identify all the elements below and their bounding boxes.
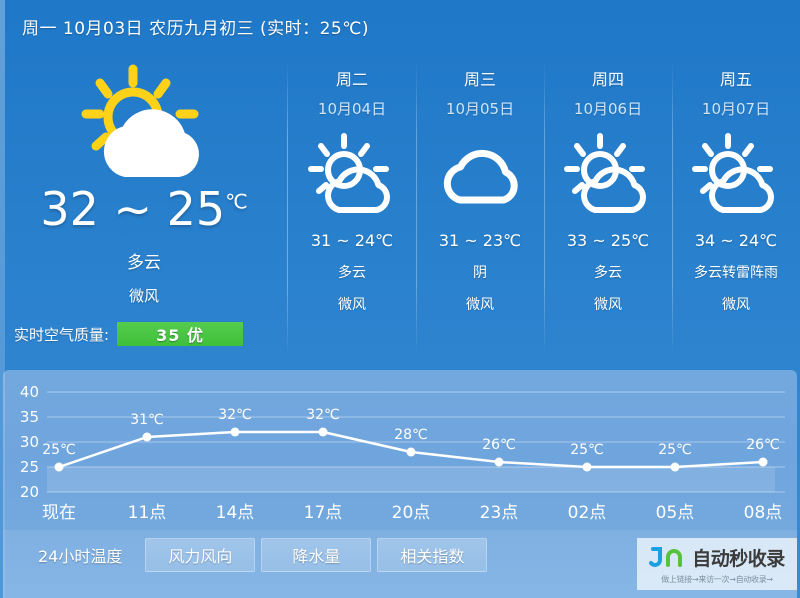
chart-y-tick: 25 (20, 458, 39, 476)
tab-24h-temperature[interactable]: 24小时温度 (21, 538, 139, 572)
forecast-day-tuesday[interactable]: 周二 10月04日 31 ~ 24℃ 多云 微风 (288, 52, 416, 370)
chart-point (494, 457, 504, 467)
chart-x-tick: 23点 (480, 503, 519, 523)
chart-point (54, 462, 64, 472)
air-quality-row: 实时空气质量: 35 优 (0, 322, 288, 346)
chart-point (758, 457, 768, 467)
forecast-day-thursday[interactable]: 周四 10月06日 33 ~ 25℃ 多云 微风 (544, 52, 672, 370)
forecast-wind: 微风 (594, 297, 622, 313)
chart-y-tick: 40 (20, 383, 39, 401)
chart-point (670, 462, 680, 472)
watermark: 自动秒收录 做上链接→来访一次→自动收录→ (637, 538, 797, 590)
forecast-weekday: 周三 (463, 70, 496, 89)
chart-x-tick: 02点 (568, 503, 607, 523)
tab-indices[interactable]: 相关指数 (377, 538, 488, 572)
air-quality-badge[interactable]: 35 优 (117, 322, 244, 346)
jn-logo-icon (649, 547, 683, 567)
sun-behind-cloud-icon (686, 131, 786, 217)
forecast-date: 10月06日 (573, 100, 643, 118)
page-title: 周一 10月03日 农历九月初三 (实时：25℃) (22, 18, 369, 39)
hourly-temperature-chart[interactable]: 40 35 30 25 20 25℃ 31℃ 32℃ 32℃ 28℃ 26℃ 25℃ 25℃ 26℃ 现在 1… (3, 370, 797, 530)
chart-x-tick: 08点 (744, 503, 783, 523)
forecast-day-friday[interactable]: 周五 10月07日 34 ~ 24℃ 多云转雷阵雨 微风 (672, 52, 800, 370)
forecast-condition: 多云 (338, 265, 366, 281)
today-temperature: 32 ~ 25℃ (40, 186, 247, 232)
forecast-wind: 微风 (722, 297, 750, 313)
chart-point-label: 32℃ (306, 407, 340, 423)
chart-point (318, 427, 328, 437)
forecast-temperature: 31 ~ 23℃ (438, 231, 522, 250)
forecast-date: 10月04日 (317, 100, 387, 118)
chart-point (230, 427, 240, 437)
forecast-weekday: 周四 (591, 70, 624, 89)
header-bar: 周一 10月03日 农历九月初三 (实时：25℃) (0, 0, 800, 52)
tab-precipitation[interactable]: 降水量 (261, 538, 372, 572)
chart-point-label: 26℃ (482, 437, 516, 453)
chart-point (142, 432, 152, 442)
forecast-temperature: 33 ~ 25℃ (566, 231, 650, 250)
sun-behind-cloud-icon (558, 131, 658, 217)
sun-behind-cloud-icon (302, 131, 402, 217)
chart-y-tick: 20 (20, 483, 39, 501)
chart-point-label: 31℃ (130, 412, 164, 428)
forecast-date: 10月05日 (445, 100, 515, 118)
forecast-weekday: 周二 (335, 70, 368, 89)
today-temperature-value: 32 ~ 25 (40, 182, 226, 236)
weather-widget: 周一 10月03日 农历九月初三 (实时：25℃) 32 ~ 25℃ 多云 微风… (0, 0, 800, 598)
today-condition: 多云 (127, 253, 161, 273)
chart-y-tick: 30 (20, 433, 39, 451)
forecast-panel: 32 ~ 25℃ 多云 微风 实时空气质量: 35 优 周二 10月04日 31… (0, 52, 800, 370)
watermark-logo-row: 自动秒收录 (649, 544, 785, 571)
today-summary: 32 ~ 25℃ 多云 微风 实时空气质量: 35 优 (0, 52, 288, 370)
forecast-date: 10月07日 (701, 100, 771, 118)
chart-y-tick: 35 (20, 408, 39, 426)
chart-x-tick: 现在 (42, 503, 76, 523)
forecast-condition: 多云转雷阵雨 (694, 265, 778, 281)
sun-behind-cloud-icon (69, 60, 219, 180)
chart-point-label: 25℃ (42, 442, 76, 458)
chart-point-label: 25℃ (658, 442, 692, 458)
forecast-temperature: 31 ~ 24℃ (310, 231, 394, 250)
forecast-temperature: 34 ~ 24℃ (694, 231, 778, 250)
chart-point-label: 26℃ (746, 437, 780, 453)
chart-x-tick: 17点 (304, 503, 343, 523)
forecast-weekday: 周五 (719, 70, 752, 89)
today-wind: 微风 (128, 287, 159, 305)
chart-point (582, 462, 592, 472)
chart-point-label: 25℃ (570, 442, 604, 458)
chart-x-tick: 14点 (216, 503, 255, 523)
cloud-icon (430, 131, 530, 217)
chart-point (406, 447, 416, 457)
chart-point-label: 32℃ (218, 407, 252, 423)
daily-forecast-list: 周二 10月04日 31 ~ 24℃ 多云 微风 周三 10月05日 31 ~ … (288, 52, 800, 370)
watermark-text: 自动秒收录 (692, 547, 785, 570)
forecast-wind: 微风 (466, 297, 494, 313)
air-quality-label: 实时空气质量: (14, 325, 110, 344)
forecast-condition: 阴 (473, 265, 487, 281)
forecast-day-wednesday[interactable]: 周三 10月05日 31 ~ 23℃ 阴 微风 (416, 52, 544, 370)
chart-x-tick: 11点 (128, 503, 167, 523)
forecast-condition: 多云 (594, 265, 622, 281)
chart-x-tick: 05点 (656, 503, 695, 523)
today-temperature-unit: ℃ (225, 189, 248, 214)
chart-x-tick: 20点 (392, 503, 431, 523)
chart-point-label: 28℃ (394, 427, 428, 443)
watermark-subtext: 做上链接→来访一次→自动收录→ (661, 574, 773, 584)
forecast-wind: 微风 (338, 297, 366, 313)
tab-wind[interactable]: 风力风向 (145, 538, 256, 572)
